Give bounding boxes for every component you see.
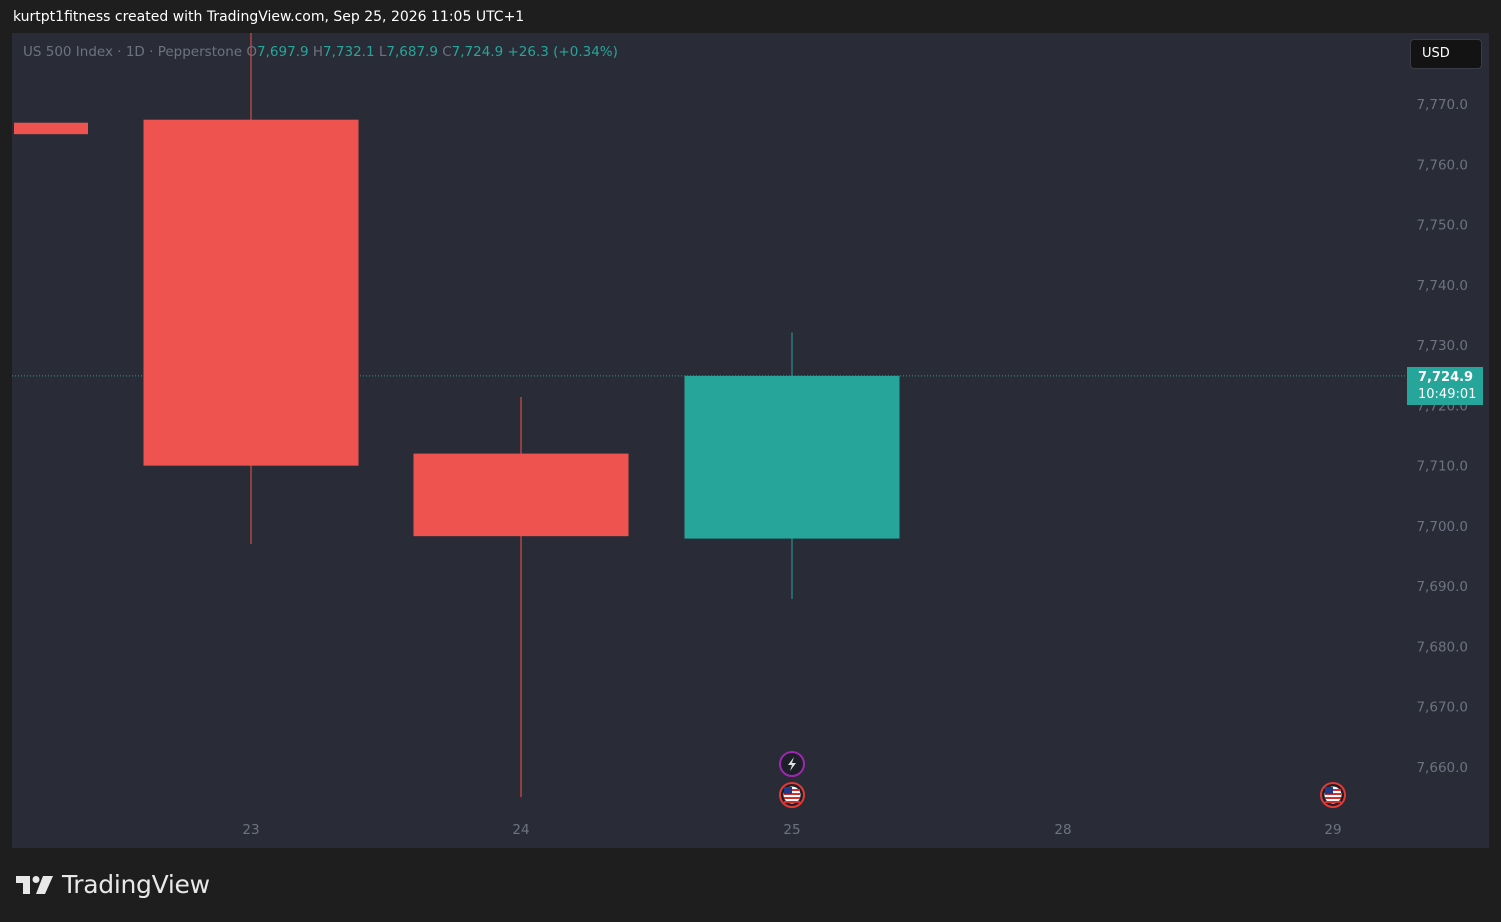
symbol-legend: US 500 Index · 1D · Pepperstone O7,697.9… — [23, 44, 618, 60]
us-flag-icon[interactable] — [1320, 782, 1346, 808]
legend-symbol[interactable]: US 500 Index · 1D · Pepperstone — [23, 44, 242, 60]
legend-open-label: O — [246, 44, 258, 60]
price-tick-label: 7,710.0 — [1416, 459, 1468, 475]
price-tick-label: 7,680.0 — [1416, 639, 1468, 655]
legend-high-value: 7,732.1 — [323, 44, 375, 60]
date-tick-label: 24 — [512, 822, 529, 838]
tradingview-logo[interactable]: TradingView — [16, 870, 210, 899]
date-tick-label: 29 — [1324, 822, 1341, 838]
price-tick-label: 7,770.0 — [1416, 97, 1468, 113]
date-tick-label: 28 — [1054, 822, 1071, 838]
candle-body-25[interactable] — [684, 375, 900, 539]
currency-button[interactable]: USD — [1410, 39, 1482, 69]
page: kurtpt1fitness created with TradingView.… — [0, 0, 1501, 922]
candle-body-partial[interactable] — [14, 122, 88, 135]
price-tick-label: 7,660.0 — [1416, 760, 1468, 776]
price-tick-label: 7,750.0 — [1416, 218, 1468, 234]
snapshot-caption: kurtpt1fitness created with TradingView.… — [13, 9, 525, 25]
legend-low-value: 7,687.9 — [386, 44, 438, 60]
price-tick-label: 7,670.0 — [1416, 700, 1468, 716]
candle-body-23[interactable] — [143, 119, 359, 466]
price-tick-label: 7,690.0 — [1416, 579, 1468, 595]
legend-close-value: 7,724.9 — [451, 44, 504, 60]
candlestick-chart[interactable]: 7,660.0 7,670.0 7,680.0 7,690.0 7,700.0 7,710… — [12, 33, 1489, 848]
chart-panel[interactable]: 7,660.0 7,670.0 7,680.0 7,690.0 7,700.0 7,710… — [12, 33, 1489, 848]
legend-change: +26.3 (+0.34%) — [507, 44, 618, 60]
tradingview-logo-icon — [16, 875, 53, 894]
price-tick-label: 7,760.0 — [1416, 157, 1468, 173]
last-price-value: 7,724.9 — [1418, 370, 1474, 385]
tradingview-wordmark: TradingView — [62, 870, 210, 899]
candle-body-24[interactable] — [413, 453, 629, 537]
date-tick-label: 25 — [783, 822, 800, 838]
date-tick-label: 23 — [242, 822, 259, 838]
price-tick-label: 7,730.0 — [1416, 338, 1468, 354]
legend-close-label: C — [442, 44, 452, 60]
us-flag-icon[interactable] — [779, 782, 805, 808]
last-price-label: 7,724.9 10:49:01 — [1407, 367, 1483, 405]
price-tick-label: 7,740.0 — [1416, 278, 1468, 294]
legend-high-label: H — [312, 44, 324, 60]
bar-countdown: 10:49:01 — [1418, 387, 1477, 402]
lightning-icon[interactable] — [779, 751, 805, 777]
price-tick-label: 7,700.0 — [1416, 519, 1468, 535]
legend-open-value: 7,697.9 — [257, 44, 309, 60]
